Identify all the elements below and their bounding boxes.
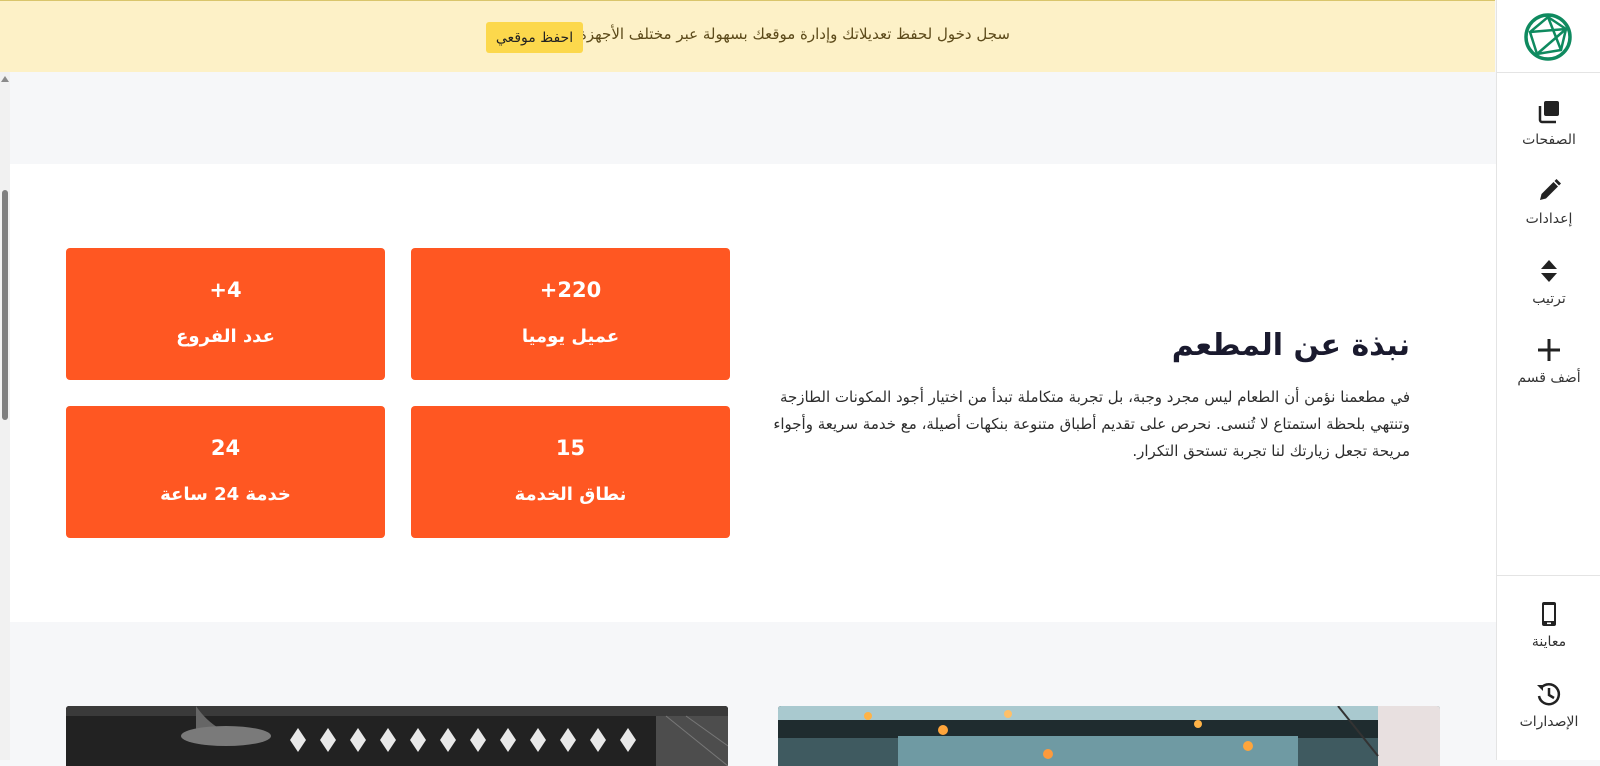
about-title: نبذة عن المطعم bbox=[1171, 328, 1410, 363]
stat-number: +220 bbox=[539, 278, 602, 302]
restaurant-interior-image bbox=[66, 706, 728, 766]
pencil-icon bbox=[1540, 179, 1561, 200]
logo-icon bbox=[1524, 13, 1572, 61]
toolbar-item-preview[interactable]: معاينة bbox=[1497, 600, 1600, 650]
stat-number: +4 bbox=[209, 278, 242, 302]
editor-toolbar: الصفحات إعدادات ترتيب أضف قسم معاينة الإ… bbox=[1496, 0, 1600, 760]
restaurant-lights-image bbox=[778, 706, 1440, 766]
restaurant-lights-picture bbox=[778, 706, 1440, 766]
toolbar-divider bbox=[1497, 575, 1600, 576]
toolbar-divider bbox=[1497, 72, 1600, 73]
stat-card-24h-service: 24 خدمة 24 ساعة bbox=[66, 406, 385, 538]
plus-icon bbox=[1538, 339, 1560, 361]
history-icon bbox=[1537, 683, 1561, 706]
toolbar-item-settings[interactable]: إعدادات bbox=[1497, 177, 1600, 227]
toolbar-item-label: إعدادات bbox=[1525, 211, 1573, 227]
banner-message: سجل دخول لحفظ تعديلاتك وإدارة موقعك بسهو… bbox=[579, 25, 1010, 43]
stat-card-service-range: 15 نطاق الخدمة bbox=[411, 406, 730, 538]
login-banner: سجل دخول لحفظ تعديلاتك وإدارة موقعك بسهو… bbox=[0, 0, 1495, 72]
restaurant-interior-picture bbox=[66, 706, 728, 766]
page-scrollbar[interactable] bbox=[0, 72, 10, 760]
sort-icon bbox=[1541, 260, 1557, 282]
stat-caption: عميل يوميا bbox=[521, 326, 620, 347]
stat-card-daily-customers: +220 عميل يوميا bbox=[411, 248, 730, 380]
stat-card-branches: +4 عدد الفروع bbox=[66, 248, 385, 380]
toolbar-item-label: أضف قسم bbox=[1517, 370, 1581, 386]
stat-number: 24 bbox=[210, 436, 241, 460]
stat-caption: نطاق الخدمة bbox=[514, 484, 627, 505]
toolbar-item-sort[interactable]: ترتيب bbox=[1497, 257, 1600, 307]
toolbar-item-label: الإصدارات bbox=[1519, 714, 1579, 730]
about-description: في مطعمنا نؤمن أن الطعام ليس مجرد وجبة، … bbox=[773, 388, 1410, 460]
stat-caption: عدد الفروع bbox=[176, 326, 275, 347]
save-site-button[interactable]: احفظ موقعي bbox=[486, 22, 583, 53]
toolbar-item-versions[interactable]: الإصدارات bbox=[1497, 680, 1600, 730]
mobile-preview-icon bbox=[1542, 602, 1556, 626]
toolbar-item-add-section[interactable]: أضف قسم bbox=[1497, 336, 1600, 386]
stat-caption: خدمة 24 ساعة bbox=[160, 484, 291, 505]
toolbar-item-label: ترتيب bbox=[1532, 291, 1566, 307]
toolbar-item-label: الصفحات bbox=[1522, 132, 1576, 148]
toolbar-item-label: معاينة bbox=[1531, 634, 1567, 650]
toolbar-item-pages[interactable]: الصفحات bbox=[1497, 98, 1600, 148]
scroll-up-arrow-icon[interactable] bbox=[1, 76, 9, 82]
scrollbar-thumb[interactable] bbox=[2, 190, 8, 420]
pages-icon bbox=[1538, 101, 1559, 124]
stat-number: 15 bbox=[555, 436, 586, 460]
